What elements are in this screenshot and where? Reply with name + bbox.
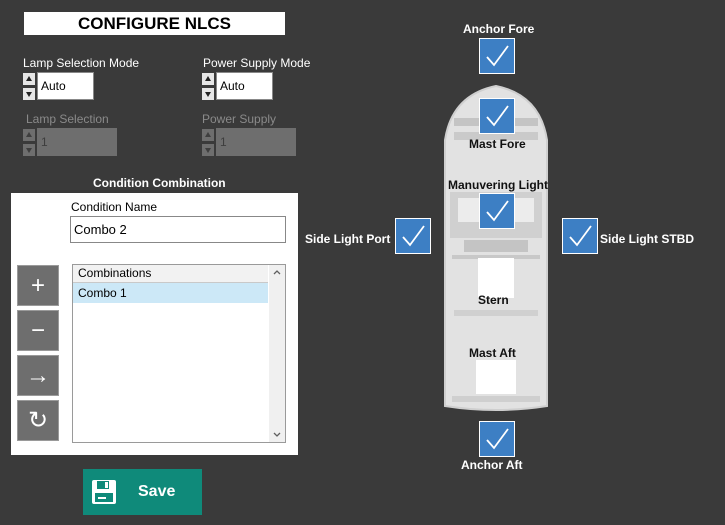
power-supply-mode-spinner[interactable]	[202, 73, 214, 100]
check-icon	[569, 225, 592, 247]
spinner-up-icon[interactable]	[23, 73, 35, 85]
side-light-port-label: Side Light Port	[305, 232, 391, 246]
spinner-down-icon	[202, 144, 214, 156]
mast-aft-label: Mast Aft	[469, 346, 516, 360]
side-light-stbd-checkbox[interactable]	[562, 218, 598, 254]
add-combination-button[interactable]: +	[17, 265, 59, 306]
combinations-list[interactable]: Combinations Combo 1	[72, 264, 286, 443]
stern-label: Stern	[478, 293, 509, 307]
spinner-up-icon	[202, 129, 214, 141]
save-button[interactable]: Save	[83, 469, 202, 515]
lamp-selection-mode-label: Lamp Selection Mode	[23, 56, 140, 70]
power-supply-mode-label: Power Supply Mode	[203, 56, 311, 70]
manuvering-light-checkbox[interactable]	[479, 193, 515, 229]
power-supply-field: 1	[216, 128, 296, 156]
condition-combination-title: Condition Combination	[93, 176, 226, 190]
spinner-up-icon[interactable]	[202, 73, 214, 85]
combinations-list-header[interactable]: Combinations	[73, 265, 268, 283]
check-icon	[486, 105, 509, 127]
list-item[interactable]: Combo 1	[73, 283, 268, 303]
refresh-combination-button[interactable]: ↻	[17, 400, 59, 441]
plus-icon: +	[30, 271, 45, 299]
spinner-down-icon	[23, 144, 35, 156]
manuvering-light-label: Manuvering Light	[448, 178, 548, 192]
lamp-selection-spinner	[23, 129, 35, 156]
apply-combination-button[interactable]: →	[17, 355, 59, 396]
lamp-selection-field: 1	[37, 128, 117, 156]
check-icon	[402, 225, 425, 247]
power-supply-spinner	[202, 129, 214, 156]
condition-name-label: Condition Name	[71, 200, 158, 214]
check-icon	[486, 200, 509, 222]
anchor-aft-checkbox[interactable]	[479, 421, 515, 457]
remove-combination-button[interactable]: −	[17, 310, 59, 351]
minus-icon: −	[30, 316, 45, 344]
lamp-selection-mode-field[interactable]: Auto	[37, 72, 94, 100]
spinner-down-icon[interactable]	[23, 88, 35, 100]
check-icon	[486, 428, 509, 450]
lamp-selection-label: Lamp Selection	[26, 112, 109, 126]
mast-fore-checkbox[interactable]	[479, 98, 515, 134]
anchor-aft-label: Anchor Aft	[461, 458, 523, 472]
condition-name-input[interactable]: Combo 2	[70, 216, 286, 243]
scroll-arrows-icon	[273, 270, 281, 437]
side-light-port-checkbox[interactable]	[395, 218, 431, 254]
mast-aft-checkbox[interactable]	[478, 361, 514, 393]
power-supply-mode-field[interactable]: Auto	[216, 72, 273, 100]
floppy-disk-icon	[92, 480, 116, 504]
save-button-label: Save	[138, 483, 176, 500]
stern-checkbox[interactable]	[480, 256, 514, 290]
check-icon	[486, 45, 509, 67]
arrow-right-icon: →	[26, 361, 50, 389]
anchor-fore-checkbox[interactable]	[479, 38, 515, 74]
refresh-icon: ↻	[27, 407, 49, 434]
power-supply-label: Power Supply	[202, 112, 277, 126]
anchor-fore-label: Anchor Fore	[463, 22, 535, 36]
lamp-selection-mode-spinner[interactable]	[23, 73, 35, 100]
mast-fore-label: Mast Fore	[469, 137, 526, 151]
spinner-down-icon[interactable]	[202, 88, 214, 100]
page-title: CONFIGURE NLCS	[24, 12, 285, 35]
side-light-stbd-label: Side Light STBD	[600, 232, 694, 246]
spinner-up-icon	[23, 129, 35, 141]
list-scrollbar[interactable]	[269, 265, 285, 442]
